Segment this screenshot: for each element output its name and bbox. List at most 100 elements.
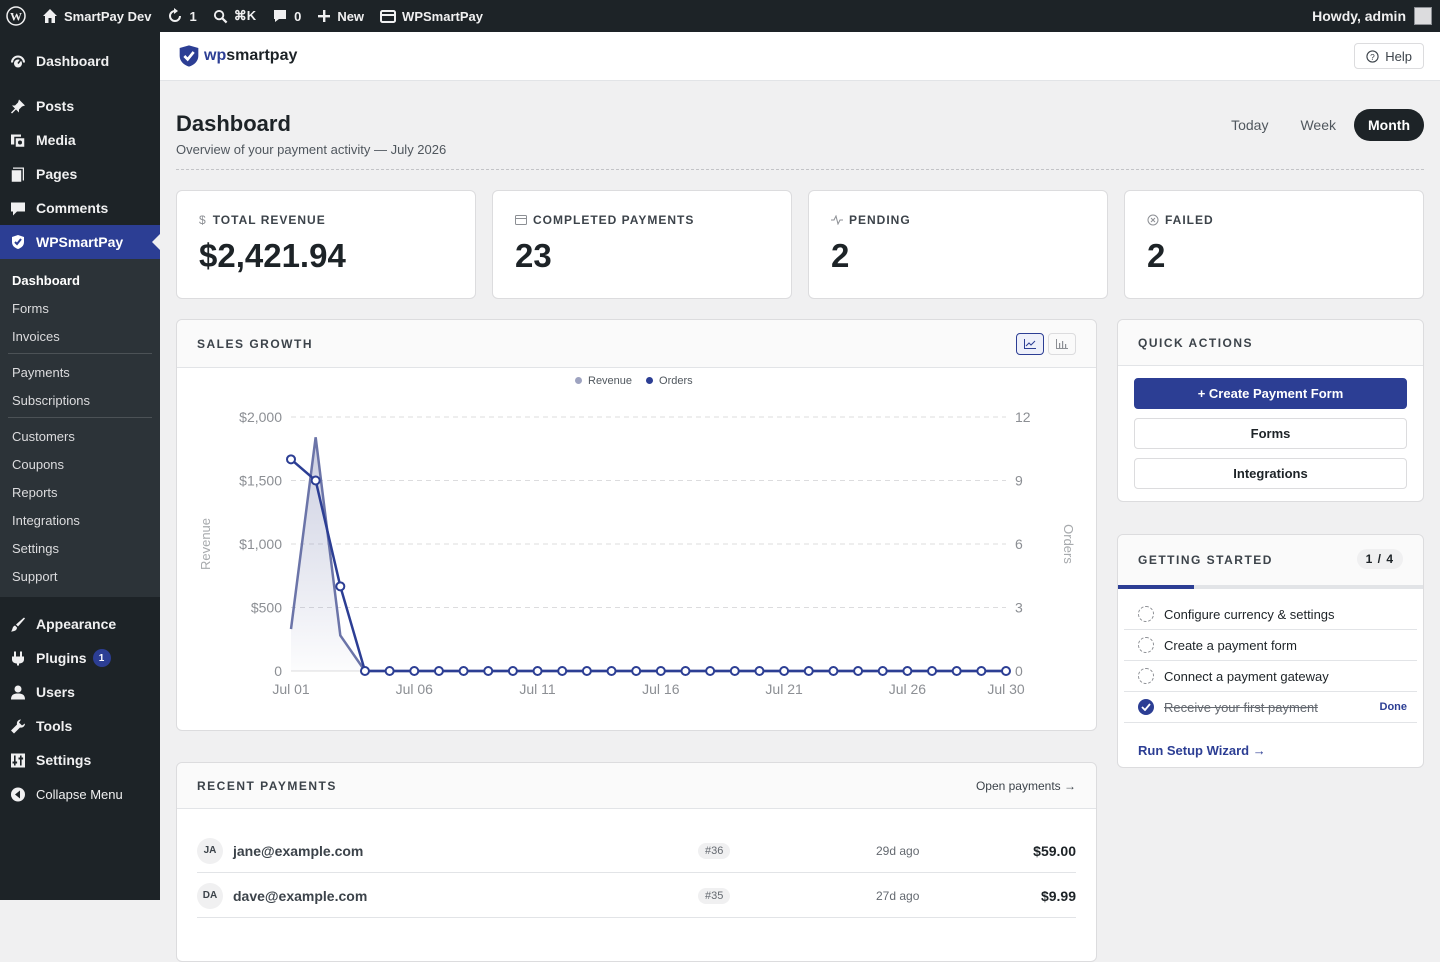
orders-point [729,666,740,676]
menu-users[interactable]: Users [0,675,160,709]
submenu-forms[interactable]: Forms [0,294,160,322]
help-button[interactable]: ? Help [1354,43,1424,69]
checklist-item[interactable]: Create a payment form [1124,630,1417,661]
site-name: SmartPay Dev [64,8,152,24]
sales-growth-header: SALES GROWTH [177,320,1096,368]
payment-row[interactable]: JA jane@example.com #36 29d ago $59.00 [197,829,1076,873]
submenu-payments[interactable]: Payments [0,358,160,386]
admin-bar: W SmartPay Dev 1 ⌘K 0 New WPSmartPay How… [0,0,1440,32]
create-payment-form-button[interactable]: + Create Payment Form [1134,378,1407,409]
media-icon [10,132,26,148]
orders-point [581,666,592,676]
x-tick-label: Jul 21 [765,681,803,697]
orders-point [976,666,987,676]
orders-point [458,666,469,676]
range-week[interactable]: Week [1286,109,1350,141]
search-shortcut[interactable]: ⌘K [205,0,264,32]
x-tick-label: Jul 06 [396,681,434,697]
forms-button[interactable]: Forms [1134,418,1407,449]
checklist-item[interactable]: Connect a payment gateway [1124,661,1417,692]
range-today[interactable]: Today [1217,109,1282,141]
shield-icon [10,234,26,250]
menu-appearance[interactable]: Appearance [0,607,160,641]
wallet-icon [380,10,397,23]
new-content-link[interactable]: New [309,0,372,32]
submenu-settings[interactable]: Settings [0,534,160,562]
comment-icon [274,10,287,22]
menu-pages[interactable]: Pages [0,157,160,191]
wrench-icon [10,718,26,734]
plugin-link[interactable]: WPSmartPay [372,0,491,32]
recent-payments-header: RECENT PAYMENTS Open payments → [177,763,1096,809]
orders-point [927,666,938,676]
orders-point [779,666,790,676]
submenu-support[interactable]: Support [0,562,160,590]
menu-dashboard[interactable]: Dashboard [0,44,160,78]
admin-sidebar: Dashboard Posts Media Pages Comments WPS… [0,32,160,900]
submenu-integrations[interactable]: Integrations [0,506,160,534]
menu-wpsmartpay[interactable]: WPSmartPay [0,225,160,259]
run-setup-wizard-link[interactable]: Run Setup Wizard → [1138,743,1266,758]
submenu-dashboard[interactable]: Dashboard [0,266,160,294]
submenu-reports[interactable]: Reports [0,478,160,506]
stat-card-pending: PENDING 2 [808,190,1108,299]
orders-point [828,666,839,676]
wpsmartpay-logo[interactable]: wpsmartpay [178,44,297,68]
legend-orders-swatch [646,377,654,384]
user-icon [10,684,26,700]
line-chart-button[interactable] [1016,333,1044,355]
open-payments-link[interactable]: Open payments → [976,779,1076,793]
sales-growth-chart: 0 0 $500 3 $1,000 6 $1,500 9 $2,000 12 Revenue Orde… [198,409,1076,697]
plug-icon [10,650,26,666]
integrations-button[interactable]: Integrations [1134,458,1407,489]
submenu-customers[interactable]: Customers [0,422,160,450]
orders-point [409,666,420,676]
home-icon [43,9,57,23]
menu-posts[interactable]: Posts [0,89,160,123]
payment-row[interactable]: DA dave@example.com #35 27d ago $9.99 [197,874,1076,918]
menu-comments[interactable]: Comments [0,191,160,225]
logo-text: smartpay [226,47,298,64]
setup-progress-bar [1118,585,1423,589]
comments-count: 0 [294,8,302,24]
legend-revenue-label: Revenue [588,375,633,387]
submenu-subscriptions[interactable]: Subscriptions [0,386,160,414]
submenu-invoices[interactable]: Invoices [0,322,160,350]
checklist-item[interactable]: Receive your first payment Done [1124,692,1417,723]
site-name-link[interactable]: SmartPay Dev [34,0,159,32]
y-tick-label: 0 [274,663,282,679]
checklist-item[interactable]: Configure currency & settings [1124,599,1417,630]
plugins-update-badge: 1 [92,649,111,667]
stat-value: 2 [1147,237,1166,274]
legend-orders-label: Orders [659,375,693,387]
quick-actions-header: QUICK ACTIONS [1118,320,1423,366]
comments-link[interactable]: 0 [264,0,309,32]
help-icon: ? [1366,49,1379,63]
menu-plugins[interactable]: Plugins 1 [0,641,160,675]
legend-revenue: Revenue [575,375,632,387]
done-label: Done [1379,701,1408,713]
menu-settings[interactable]: Settings [0,743,160,777]
account-menu[interactable]: Howdy, admin [1312,0,1432,32]
orders-point [310,475,321,486]
collapse-menu-button[interactable]: Collapse Menu [0,777,160,811]
wordpress-logo-icon[interactable]: W [0,0,34,32]
updates-link[interactable]: 1 [159,0,204,32]
menu-media[interactable]: Media [0,123,160,157]
submenu-coupons[interactable]: Coupons [0,450,160,478]
sales-growth-card: SALES GROWTH Revenue Orders 0 0 $500 3 $1,00… [176,319,1097,731]
dollar-icon: $ [199,213,207,227]
orders-point [507,666,518,676]
orders-point [433,666,444,676]
wpsmartpay-submenu: Dashboard Forms Invoices Payments Subscr… [0,259,160,597]
bar-chart-button[interactable] [1048,333,1076,355]
revenue-line [289,437,1006,673]
menu-tools[interactable]: Tools [0,709,160,743]
y-tick-label: $1,000 [239,536,282,552]
greeting: Howdy, admin [1312,8,1406,24]
stat-card-revenue: $ TOTAL REVENUE $2,421.94 [176,190,476,299]
updates-count: 1 [189,8,197,24]
range-month[interactable]: Month [1354,109,1424,141]
submenu-divider [8,417,152,418]
checklist-label: Configure currency & settings [1164,606,1335,622]
